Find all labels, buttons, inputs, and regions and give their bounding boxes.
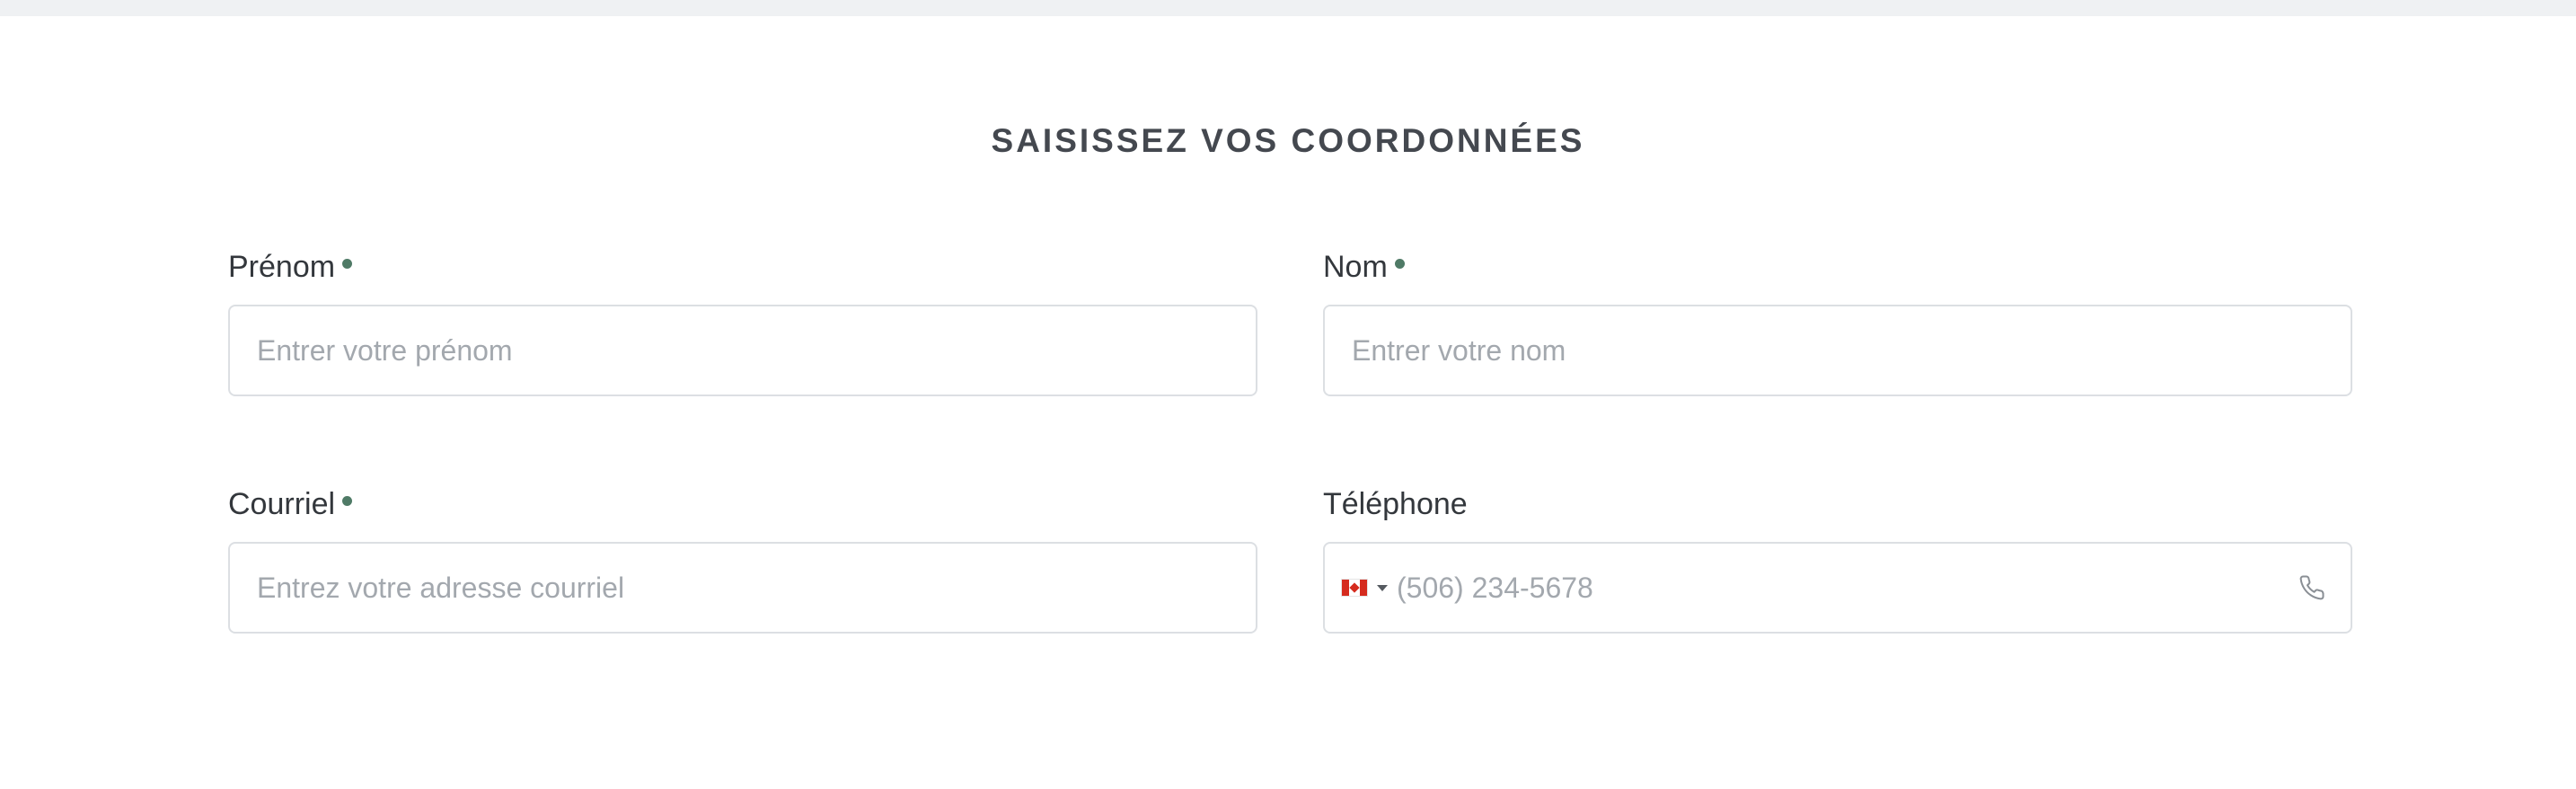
required-indicator — [342, 258, 353, 269]
section-title: SAISISSEZ VOS COORDONNÉES — [991, 122, 1585, 159]
email-label-row: Courriel — [228, 484, 1257, 524]
first-name-field: Prénom — [228, 247, 1257, 396]
first-name-input-box — [228, 305, 1257, 396]
first-name-input[interactable] — [230, 306, 1256, 394]
phone-input-box — [1323, 542, 2352, 634]
caret-down-icon — [1377, 584, 1388, 591]
last-name-input[interactable] — [1325, 306, 2351, 394]
last-name-input-box — [1323, 305, 2352, 396]
phone-label-row: Téléphone — [1323, 484, 2352, 524]
phone-field: Téléphone — [1323, 484, 2352, 634]
top-bar — [0, 0, 2576, 16]
canada-flag-icon — [1341, 579, 1368, 597]
phone-icon — [2297, 572, 2327, 603]
first-name-label: Prénom — [228, 250, 336, 284]
last-name-field: Nom — [1323, 247, 2352, 396]
first-name-label-row: Prénom — [228, 247, 1257, 287]
last-name-label: Nom — [1323, 250, 1388, 284]
phone-label: Téléphone — [1323, 487, 1468, 521]
country-code-selector[interactable] — [1325, 544, 1388, 632]
required-indicator — [1394, 258, 1405, 269]
email-field: Courriel — [228, 484, 1257, 634]
email-label: Courriel — [228, 487, 336, 521]
phone-input[interactable] — [1388, 544, 2351, 632]
email-input-box — [228, 542, 1257, 634]
email-input[interactable] — [230, 544, 1256, 632]
last-name-label-row: Nom — [1323, 247, 2352, 287]
required-indicator — [342, 495, 353, 506]
